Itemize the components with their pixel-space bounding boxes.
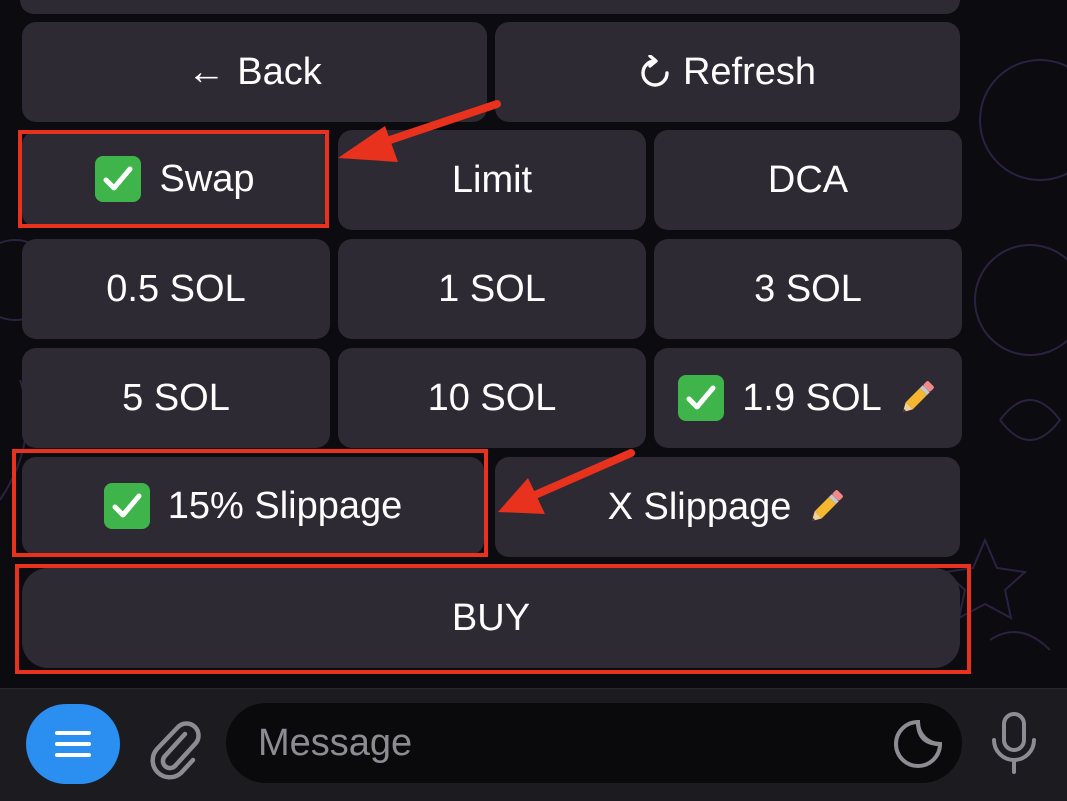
back-arrow-icon: ←: [187, 50, 226, 93]
buy-highlight-box: [15, 564, 971, 674]
slippage-x-button[interactable]: X Slippage: [495, 457, 960, 557]
message-input[interactable]: [226, 703, 962, 783]
sol-5-label: 5 SOL: [122, 376, 230, 419]
sol-10-label: 10 SOL: [427, 376, 557, 419]
sticker-icon[interactable]: [892, 718, 944, 770]
sol-10-button[interactable]: 10 SOL: [338, 348, 646, 448]
checkmark-icon: [678, 375, 725, 421]
paperclip-icon[interactable]: [145, 712, 203, 780]
sol-0.5-button[interactable]: 0.5 SOL: [22, 239, 330, 339]
back-label: Back: [237, 50, 322, 93]
bot-menu-button[interactable]: [26, 704, 120, 784]
sol-1-button[interactable]: 1 SOL: [338, 239, 646, 339]
limit-label: Limit: [451, 158, 533, 201]
sol-custom-label: 1.9 SOL: [742, 376, 882, 419]
refresh-label: Refresh: [682, 50, 817, 93]
menu-icon: [55, 731, 91, 757]
previous-row-button[interactable]: [20, 0, 960, 14]
sol-1-label: 1 SOL: [438, 267, 546, 310]
refresh-button[interactable]: Refresh: [495, 22, 960, 122]
refresh-icon: [641, 55, 669, 87]
dca-button[interactable]: DCA: [654, 130, 962, 230]
sol-custom-button[interactable]: 1.9 SOL: [654, 348, 962, 448]
pencil-icon: [902, 381, 934, 413]
dca-label: DCA: [767, 158, 849, 201]
slippage-highlight-box: [12, 449, 488, 557]
pencil-icon: [812, 490, 844, 522]
microphone-icon[interactable]: [988, 710, 1040, 778]
back-button[interactable]: ← Back: [22, 22, 487, 122]
swap-highlight-box: [18, 130, 329, 228]
sol-3-label: 3 SOL: [754, 267, 862, 310]
sol-0.5-label: 0.5 SOL: [106, 267, 246, 310]
limit-button[interactable]: Limit: [338, 130, 646, 230]
sol-5-button[interactable]: 5 SOL: [22, 348, 330, 448]
slippage-x-label: X Slippage: [607, 485, 792, 528]
sol-3-button[interactable]: 3 SOL: [654, 239, 962, 339]
